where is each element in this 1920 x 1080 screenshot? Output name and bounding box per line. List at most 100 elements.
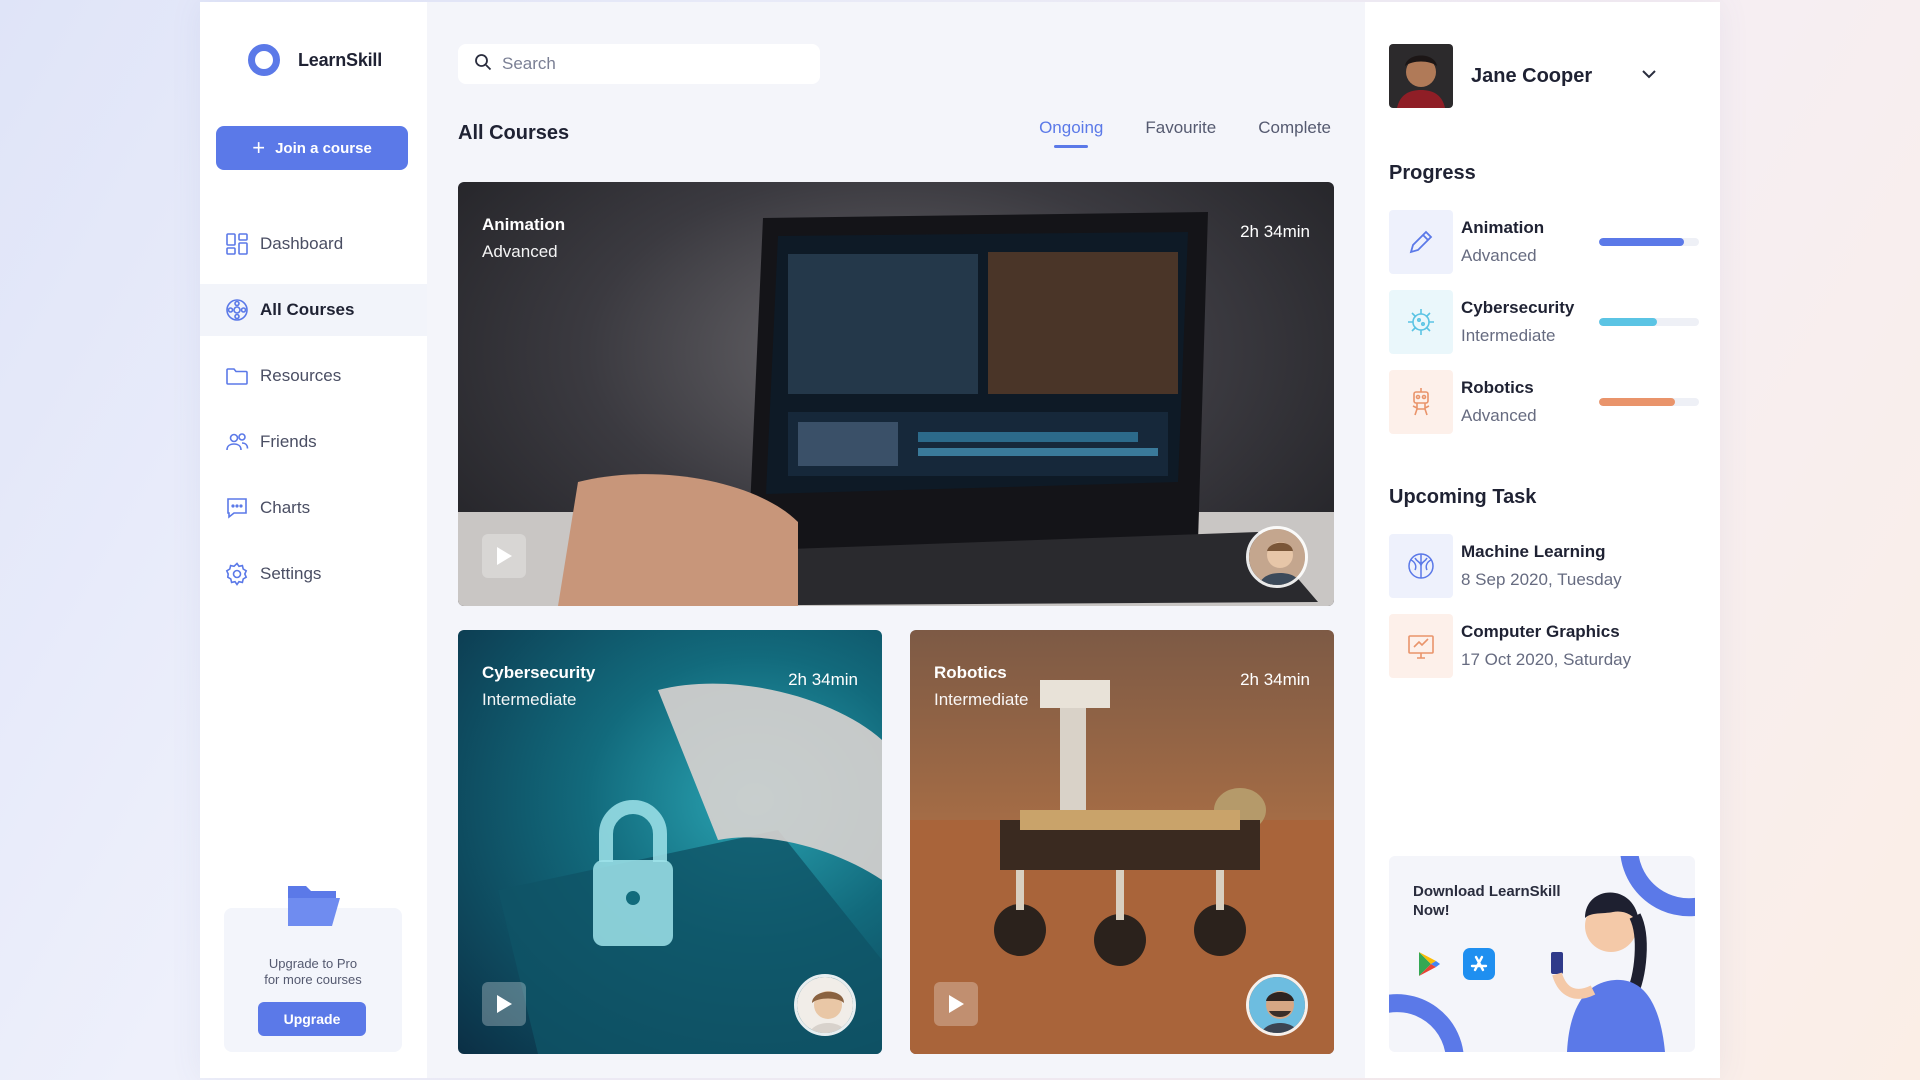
course-card-animation[interactable]: Animation Advanced 2h 34min xyxy=(458,182,1334,606)
task-item-machine-learning[interactable]: Machine Learning 8 Sep 2020, Tuesday xyxy=(1389,534,1699,598)
brain-icon xyxy=(1389,534,1453,598)
progress-bar xyxy=(1599,398,1699,406)
user-name: Jane Cooper xyxy=(1471,64,1593,87)
sidebar-item-settings[interactable]: Settings xyxy=(200,548,427,600)
course-level: Advanced xyxy=(482,242,558,261)
user-profile[interactable]: Jane Cooper xyxy=(1389,44,1658,108)
sidebar: LearnSkill + Join a course Dashboard All… xyxy=(200,2,427,1078)
play-button[interactable] xyxy=(934,982,978,1026)
upgrade-button[interactable]: Upgrade xyxy=(258,1002,366,1036)
progress-bar-fill xyxy=(1599,238,1684,246)
sidebar-item-all-courses[interactable]: All Courses xyxy=(200,284,427,336)
course-duration: 2h 34min xyxy=(788,670,858,689)
logo-ring-icon xyxy=(248,44,280,76)
progress-course-level: Intermediate xyxy=(1461,326,1556,345)
course-title: Cybersecurity xyxy=(482,663,596,682)
play-button[interactable] xyxy=(482,534,526,578)
instructor-avatar[interactable] xyxy=(1246,974,1308,1036)
friends-icon xyxy=(224,429,250,455)
course-duration: 2h 34min xyxy=(1240,222,1310,241)
course-title: Robotics xyxy=(934,663,1007,682)
play-icon xyxy=(497,547,512,565)
download-app-card[interactable]: Download LearnSkill Now! xyxy=(1389,856,1695,1052)
tab-ongoing[interactable]: Ongoing xyxy=(1039,118,1103,148)
sidebar-item-label: Dashboard xyxy=(260,234,344,253)
join-course-label: Join a course xyxy=(275,139,372,157)
sidebar-item-label: Resources xyxy=(260,366,342,385)
progress-bar xyxy=(1599,318,1699,326)
gear-icon xyxy=(224,561,250,587)
course-card-robotics[interactable]: Robotics Intermediate 2h 34min xyxy=(910,630,1334,1054)
progress-item-robotics[interactable]: Robotics Advanced xyxy=(1389,370,1699,434)
task-item-computer-graphics[interactable]: Computer Graphics 17 Oct 2020, Saturday xyxy=(1389,614,1699,678)
course-card-cybersecurity[interactable]: Cybersecurity Intermediate 2h 34min xyxy=(458,630,882,1054)
task-title: Computer Graphics xyxy=(1461,622,1620,641)
join-course-button[interactable]: + Join a course xyxy=(216,126,408,170)
progress-course-title: Cybersecurity xyxy=(1461,298,1575,317)
open-folder-icon xyxy=(286,882,342,933)
play-button[interactable] xyxy=(482,982,526,1026)
plus-icon: + xyxy=(252,135,266,160)
upcoming-title: Upcoming Task xyxy=(1389,486,1537,508)
sidebar-item-label: All Courses xyxy=(260,300,355,319)
chevron-down-icon[interactable] xyxy=(1640,67,1658,85)
sidebar-nav: Dashboard All Courses Resources Friends xyxy=(200,218,427,614)
task-date: 17 Oct 2020, Saturday xyxy=(1461,650,1632,669)
right-panel: Jane Cooper Progress Animation Advanced … xyxy=(1365,2,1720,1078)
tab-favourite[interactable]: Favourite xyxy=(1145,118,1216,148)
upgrade-card: Upgrade to Pro for more courses Upgrade xyxy=(224,886,402,1052)
progress-bar xyxy=(1599,238,1699,246)
progress-course-level: Advanced xyxy=(1461,406,1537,425)
instructor-avatar[interactable] xyxy=(794,974,856,1036)
play-icon xyxy=(949,995,964,1013)
progress-bar-fill xyxy=(1599,398,1675,406)
chat-icon xyxy=(224,495,250,521)
instructor-avatar[interactable] xyxy=(1246,526,1308,588)
sidebar-item-charts[interactable]: Charts xyxy=(200,482,427,534)
progress-bar-fill xyxy=(1599,318,1657,326)
progress-title: Progress xyxy=(1389,162,1476,184)
search-input[interactable]: Search xyxy=(458,44,820,84)
progress-course-title: Animation xyxy=(1461,218,1545,237)
app-window: LearnSkill + Join a course Dashboard All… xyxy=(200,2,1720,1078)
sidebar-item-label: Charts xyxy=(260,498,311,517)
folder-icon xyxy=(224,363,250,389)
pencil-icon xyxy=(1389,210,1453,274)
course-title: Animation xyxy=(482,215,566,234)
avatar xyxy=(1389,44,1453,108)
progress-course-level: Advanced xyxy=(1461,246,1537,265)
sidebar-item-label: Friends xyxy=(260,432,317,451)
app-name: LearnSkill xyxy=(298,49,383,70)
google-play-icon[interactable] xyxy=(1417,951,1441,982)
upgrade-text: Upgrade to Pro for more courses xyxy=(264,956,362,987)
sidebar-item-label: Settings xyxy=(260,564,322,583)
progress-item-animation[interactable]: Animation Advanced xyxy=(1389,210,1699,274)
course-level: Intermediate xyxy=(482,690,577,709)
progress-course-title: Robotics xyxy=(1461,378,1534,397)
search-icon xyxy=(474,53,492,76)
sidebar-item-friends[interactable]: Friends xyxy=(200,416,427,468)
sidebar-item-dashboard[interactable]: Dashboard xyxy=(200,218,427,270)
store-icons xyxy=(1417,948,1495,985)
robot-icon xyxy=(1389,370,1453,434)
search-placeholder: Search xyxy=(502,54,556,73)
logo[interactable]: LearnSkill xyxy=(248,44,382,76)
sidebar-item-resources[interactable]: Resources xyxy=(200,350,427,402)
download-text: Download LearnSkill Now! xyxy=(1413,883,1561,919)
courses-icon xyxy=(224,297,250,323)
tab-complete[interactable]: Complete xyxy=(1258,118,1331,148)
dashboard-icon xyxy=(224,231,250,257)
play-icon xyxy=(497,995,512,1013)
page-title: All Courses xyxy=(458,122,570,144)
virus-icon xyxy=(1389,290,1453,354)
progress-item-cybersecurity[interactable]: Cybersecurity Intermediate xyxy=(1389,290,1699,354)
course-tabs: Ongoing Favourite Complete xyxy=(1039,118,1331,148)
task-date: 8 Sep 2020, Tuesday xyxy=(1461,570,1622,589)
course-level: Intermediate xyxy=(934,690,1029,709)
course-duration: 2h 34min xyxy=(1240,670,1310,689)
app-store-icon[interactable] xyxy=(1463,948,1495,985)
graphics-icon xyxy=(1389,614,1453,678)
task-title: Machine Learning xyxy=(1461,542,1606,561)
laptop-image xyxy=(458,212,1334,606)
main-content: Search All Courses Ongoing Favourite Com… xyxy=(427,2,1365,1078)
